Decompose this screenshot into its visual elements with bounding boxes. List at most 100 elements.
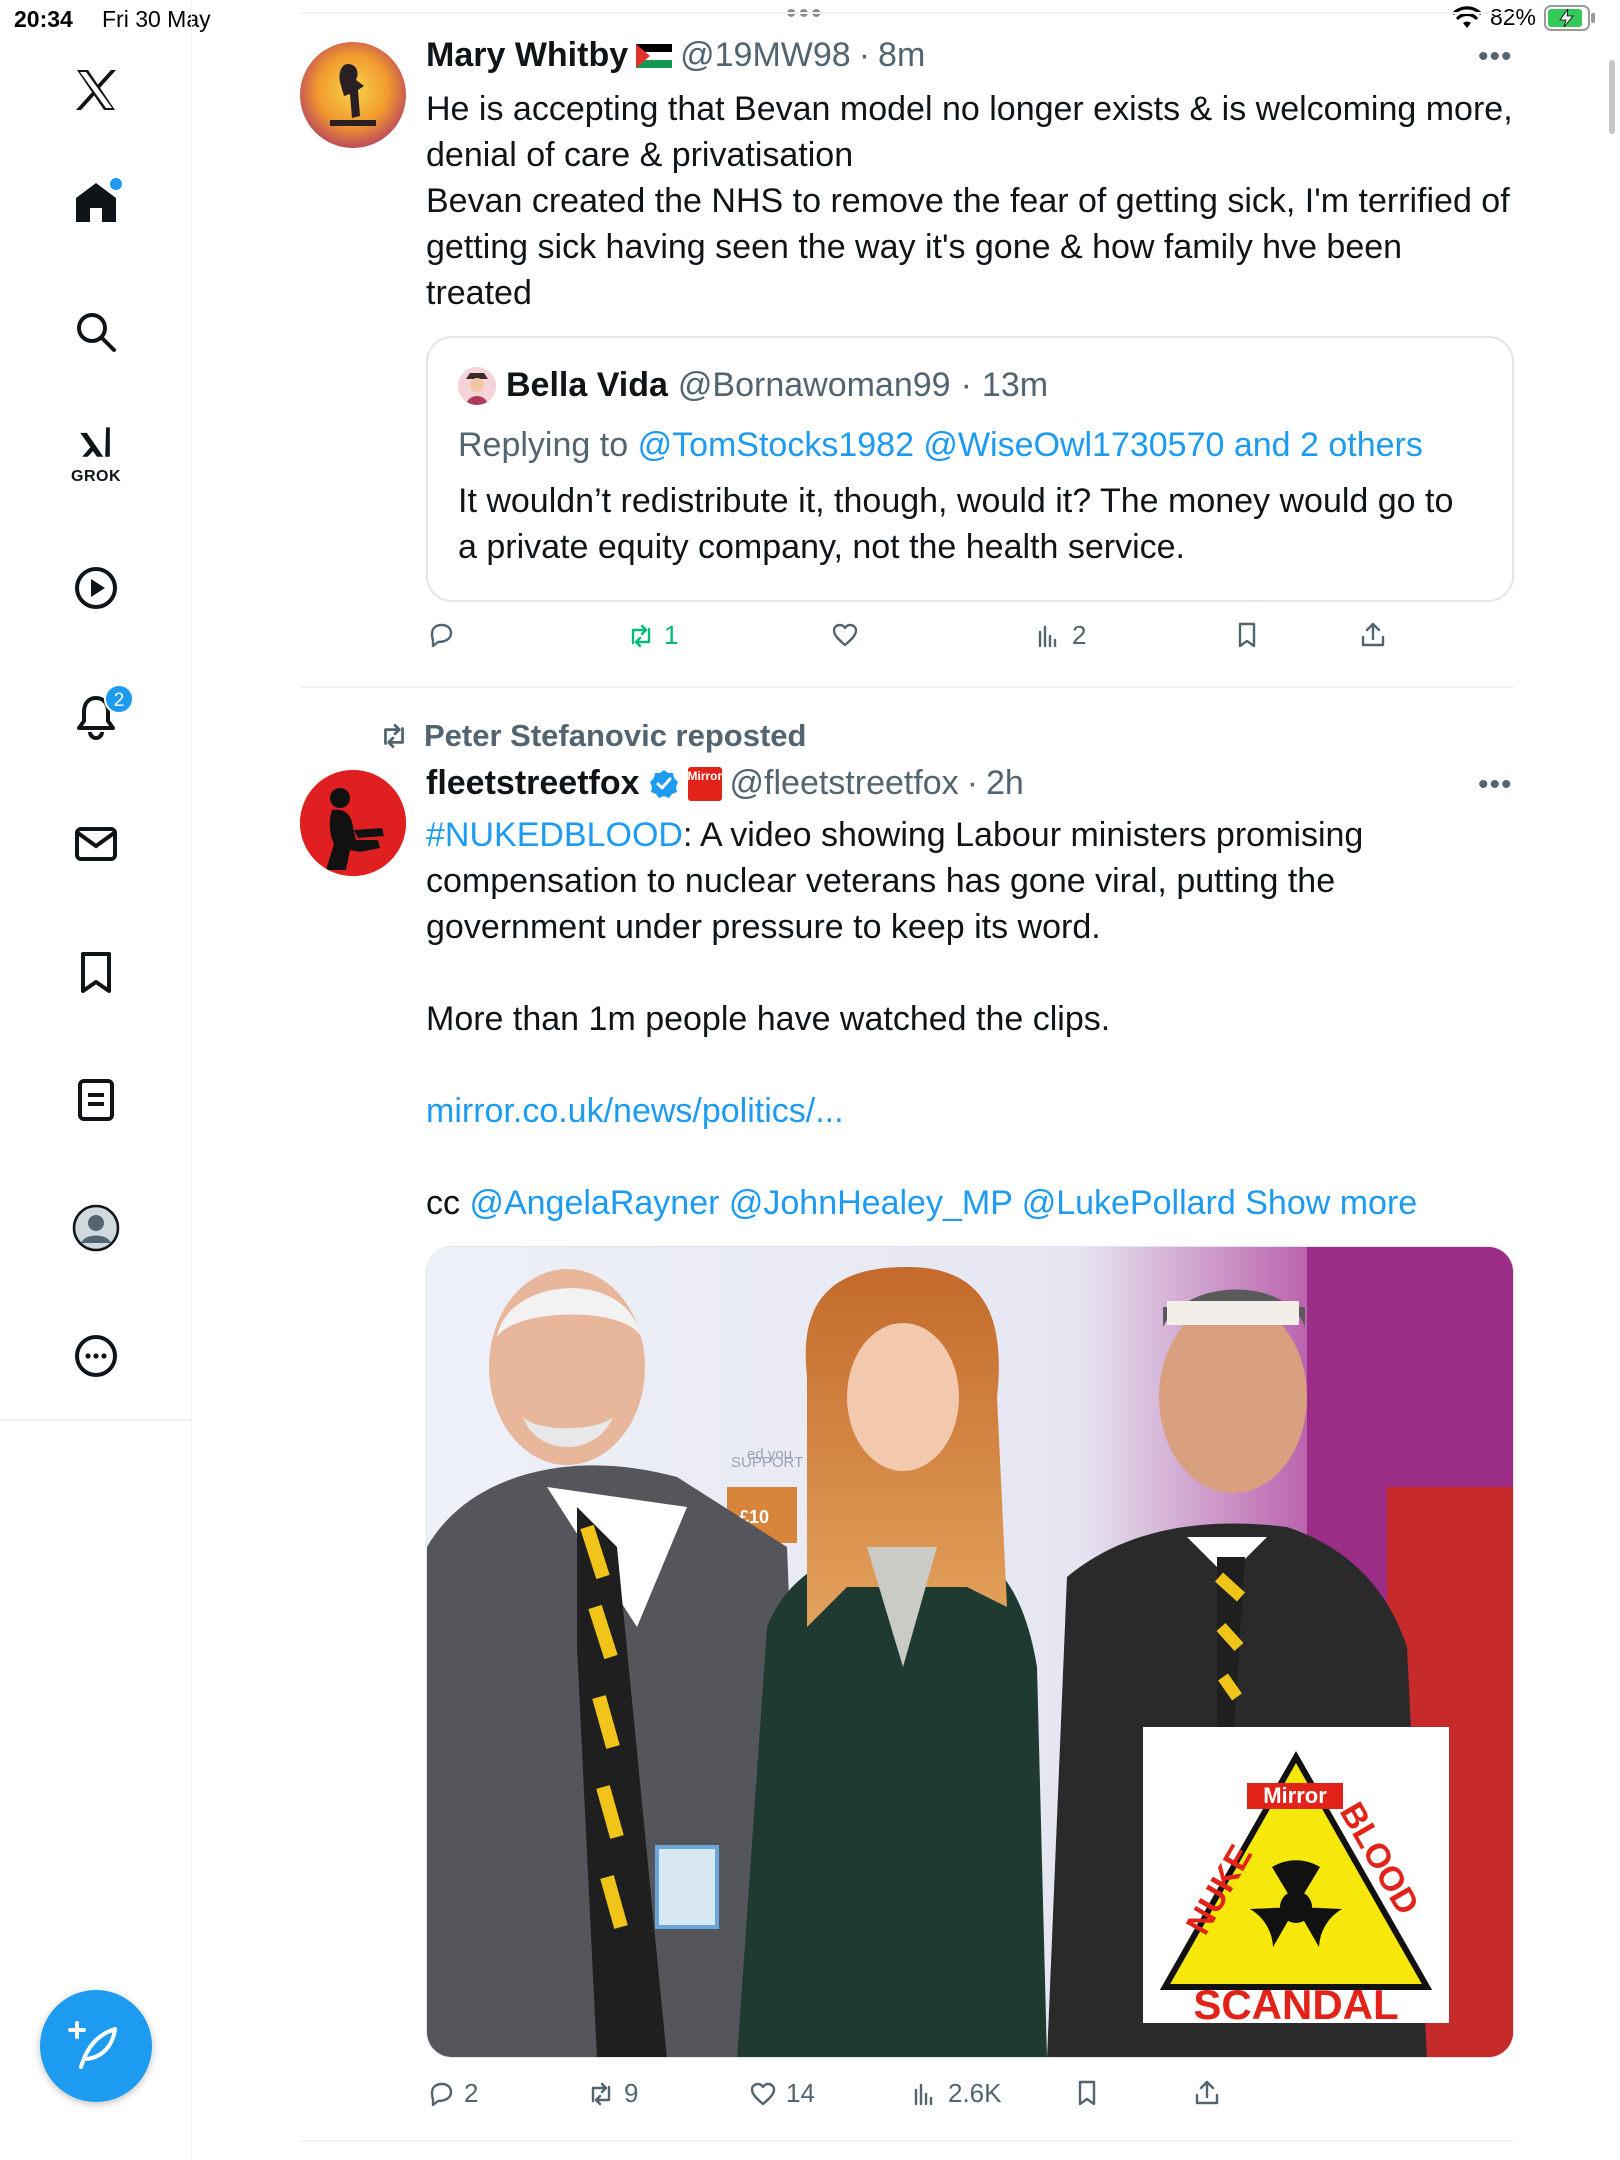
bookmark-button[interactable] xyxy=(1232,620,1262,650)
avatar[interactable] xyxy=(300,42,406,148)
nav-explore[interactable] xyxy=(62,298,130,366)
replying-to-line: Replying to @TomStocks1982 @WiseOwl17305… xyxy=(458,426,1423,465)
search-icon xyxy=(77,313,116,352)
wifi-icon xyxy=(1452,5,1482,28)
author-name[interactable]: Mary Whitby xyxy=(426,36,628,75)
tweet-actions: 1 2 xyxy=(426,620,1516,660)
text-line: Bevan created the NHS to remove the fear… xyxy=(426,182,1510,220)
text-line: #NUKEDBLOOD: A video showing Labour mini… xyxy=(426,812,1516,858)
battery-charging-icon xyxy=(1544,4,1595,31)
text-line: denial of care & privatisation xyxy=(426,136,854,174)
x-logo-icon[interactable] xyxy=(62,56,130,124)
like-button[interactable]: 14 xyxy=(748,2078,815,2109)
tweet-time[interactable]: 2h xyxy=(986,764,1024,803)
tweet-header: fleetstreetfox Mirror @fleetstreetfox · … xyxy=(426,764,1024,803)
nav-messages[interactable] xyxy=(62,810,130,878)
multitask-dots-icon[interactable]: ••• xyxy=(786,0,824,29)
affiliate-badge[interactable]: Mirror xyxy=(687,766,722,801)
repost-icon xyxy=(384,723,404,749)
replying-to-mentions[interactable]: @TomStocks1982 @WiseOwl1730570 and 2 oth… xyxy=(638,426,1423,464)
quote-time: 13m xyxy=(981,366,1049,404)
separator-dot: · xyxy=(960,366,972,404)
reposted-by[interactable]: Peter Stefanovic reposted xyxy=(424,718,806,754)
verified-badge-icon xyxy=(649,769,678,798)
bookmark-icon xyxy=(81,952,111,993)
battery-percent: 82% xyxy=(1489,4,1536,30)
play-icon xyxy=(75,567,117,609)
like-count: 14 xyxy=(786,2078,815,2108)
share-button[interactable] xyxy=(1358,620,1388,650)
repost-context: Peter Stefanovic reposted xyxy=(378,718,806,754)
quoted-tweet[interactable]: Bella Vida @Bornawoman99 · 13m Replying … xyxy=(426,336,1514,602)
show-more-link[interactable]: Show more xyxy=(1245,1184,1417,1222)
nav-more[interactable] xyxy=(62,1322,130,1390)
sidebar-divider xyxy=(0,1419,192,1421)
compose-post-button[interactable] xyxy=(40,1990,152,2102)
notifications-badge: 2 xyxy=(104,684,134,714)
tweet-text: #NUKEDBLOOD: A video showing Labour mini… xyxy=(426,812,1516,1226)
grok-icon xyxy=(80,427,110,457)
views-chart-icon xyxy=(914,2083,933,2105)
share-icon xyxy=(1195,2080,1219,2105)
reply-button[interactable]: 2 xyxy=(426,2078,478,2109)
author-name[interactable]: fleetstreetfox xyxy=(426,764,640,803)
repost-icon xyxy=(591,2082,611,2105)
grok-label: GROK xyxy=(71,468,121,485)
tweet-time[interactable]: 8m xyxy=(878,36,925,75)
list-icon xyxy=(78,1079,114,1121)
separator-dot: · xyxy=(858,36,871,74)
palestine-flag-icon xyxy=(636,43,673,68)
nav-grok[interactable]: GROK xyxy=(62,418,130,486)
nav-notifications[interactable]: 2 xyxy=(62,682,134,750)
quote-text: It wouldn’t redistribute it, though, wou… xyxy=(458,478,1488,570)
views-button[interactable]: 2.6K xyxy=(910,2078,1002,2109)
views-count: 2.6K xyxy=(948,2078,1002,2108)
bookmark-button[interactable] xyxy=(1072,2078,1102,2108)
quote-author-handle: @Bornawoman99 xyxy=(677,366,951,404)
views-button[interactable]: 2 xyxy=(1034,620,1086,651)
tweet-divider xyxy=(300,2140,1514,2142)
repost-icon xyxy=(631,624,651,647)
cc-prefix: cc xyxy=(426,1184,460,1222)
mail-icon xyxy=(75,827,117,861)
like-button[interactable] xyxy=(830,620,868,650)
quote-avatar xyxy=(458,366,496,405)
cc-mentions[interactable]: @AngelaRayner @JohnHealey_MP @LukePollar… xyxy=(469,1184,1235,1222)
quote-author-name: Bella Vida xyxy=(506,366,668,404)
photo-image: ed you SUPPORT THE CASE £10 Mirror NUKE … xyxy=(427,1247,1513,2057)
logo-bottom-text: SCANDAL xyxy=(1193,1981,1398,2028)
reply-icon xyxy=(430,2082,453,2106)
repost-button[interactable]: 1 xyxy=(626,620,678,651)
text-line: compensation to nuclear veterans has gon… xyxy=(426,862,1336,900)
replying-prefix: Replying to xyxy=(458,426,629,464)
nav-home[interactable] xyxy=(62,168,130,236)
views-chart-icon xyxy=(1038,625,1057,647)
nav-lists[interactable] xyxy=(62,1066,130,1134)
scrollbar[interactable] xyxy=(1609,60,1615,134)
nav-profile[interactable] xyxy=(62,1194,130,1262)
avatar[interactable] xyxy=(300,770,406,876)
author-handle[interactable]: @fleetstreetfox xyxy=(730,764,959,803)
hashtag-link[interactable]: #NUKEDBLOOD xyxy=(426,816,683,854)
quote-header: Bella Vida @Bornawoman99 · 13m xyxy=(458,366,1048,405)
article-link[interactable]: mirror.co.uk/news/politics/... xyxy=(426,1088,1516,1134)
tweet-photo[interactable]: ed you SUPPORT THE CASE £10 Mirror NUKE … xyxy=(426,1246,1514,2058)
status-bar: 20:34 Fri 30 May ••• 82% xyxy=(0,0,1620,40)
more-options-icon[interactable]: ••• xyxy=(1478,768,1513,802)
nav-bookmarks[interactable] xyxy=(62,938,130,1006)
repost-button[interactable]: 9 xyxy=(586,2078,638,2109)
repost-count: 9 xyxy=(624,2078,639,2108)
reply-button[interactable] xyxy=(426,620,464,650)
bookmark-icon xyxy=(1238,622,1256,648)
unread-dot xyxy=(110,178,122,190)
share-button[interactable] xyxy=(1192,2078,1222,2108)
more-options-icon[interactable]: ••• xyxy=(1478,40,1513,74)
author-handle[interactable]: @19MW98 xyxy=(680,36,851,75)
more-circle-icon xyxy=(75,1335,117,1377)
tweet-text: He is accepting that Bevan model no long… xyxy=(426,86,1516,316)
repost-count: 1 xyxy=(664,620,679,650)
nav-video[interactable] xyxy=(62,554,130,622)
text-line: government under pressure to keep its wo… xyxy=(426,908,1101,946)
text-line: getting sick having seen the way it's go… xyxy=(426,228,1403,266)
